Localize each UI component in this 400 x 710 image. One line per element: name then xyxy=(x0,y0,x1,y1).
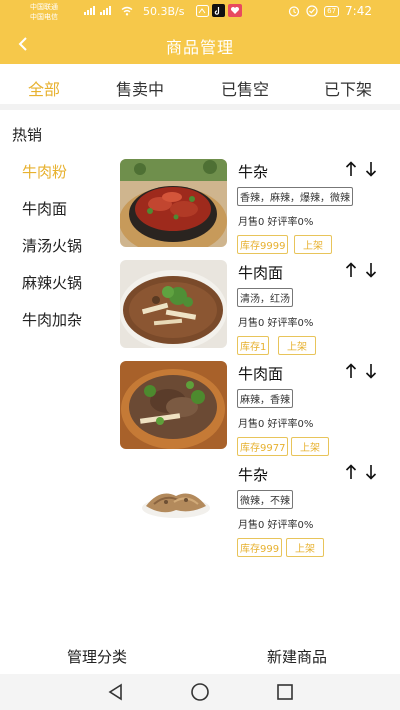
move-up-button[interactable] xyxy=(342,159,360,179)
alarm-icon xyxy=(289,6,300,17)
move-down-button[interactable] xyxy=(362,260,380,280)
new-product-button[interactable]: 新建商品 xyxy=(267,646,327,667)
product-tags: 微辣，不辣 xyxy=(237,490,293,509)
tiktok-icon xyxy=(212,4,225,17)
arrow-down-icon xyxy=(365,263,377,278)
tab-all[interactable]: 全部 xyxy=(28,76,60,100)
stock-badge: 库存9999 xyxy=(237,235,289,254)
tab-sold-out[interactable]: 已售空 xyxy=(221,76,269,100)
arrow-down-icon xyxy=(365,364,377,379)
move-up-button[interactable] xyxy=(342,361,360,381)
carrier-2: 中国电信 xyxy=(30,13,58,21)
product-image xyxy=(120,260,227,348)
triangle-back-icon xyxy=(108,683,122,701)
list-on-shelf-button[interactable]: 上架 xyxy=(291,437,329,456)
category-item-spicy-hotpot[interactable]: 麻辣火锅 xyxy=(22,272,82,293)
category-item-beef-noodle[interactable]: 牛肉面 xyxy=(22,198,67,219)
stock-badge: 库存1 xyxy=(237,336,270,355)
tab-on-sale[interactable]: 售卖中 xyxy=(116,76,164,100)
arrow-up-icon xyxy=(345,464,357,479)
arrow-up-icon xyxy=(345,262,357,277)
heart-app-icon xyxy=(228,4,242,17)
product-item[interactable]: 牛杂 微辣，不辣 月售0 好评率0% 库存999 上架 xyxy=(120,462,388,562)
status-right: 67 7:42 xyxy=(288,4,372,18)
manage-categories-button[interactable]: 管理分类 xyxy=(67,646,127,667)
square-recents-icon xyxy=(277,684,293,700)
nav-recents-button[interactable] xyxy=(274,682,296,702)
product-item[interactable]: 牛杂 香辣，麻辣，爆辣，微辣 月售0 好评率0% 库存9999 上架 xyxy=(120,159,388,259)
product-name: 牛杂 xyxy=(238,163,269,181)
section-title: 热销 xyxy=(12,126,43,144)
battery-icon: 67 xyxy=(324,5,340,17)
signal-icon xyxy=(84,6,95,15)
signal-icon-2 xyxy=(100,6,111,15)
carrier-1: 中国联通 xyxy=(30,3,58,11)
page-title: 商品管理 xyxy=(165,38,234,57)
filter-tabs: 全部 售卖中 已售空 已下架 xyxy=(0,64,400,110)
product-name: 牛肉面 xyxy=(238,264,284,282)
arrow-up-icon xyxy=(345,161,357,176)
product-tags: 清汤，红汤 xyxy=(237,288,293,307)
network-speed: 50.3B/s xyxy=(143,5,185,18)
product-stats: 月售0 好评率0% xyxy=(238,217,314,228)
product-image xyxy=(120,361,227,449)
system-nav-bar xyxy=(0,674,400,710)
move-down-button[interactable] xyxy=(362,361,380,381)
product-image xyxy=(120,159,227,247)
arrow-down-icon xyxy=(365,162,377,177)
product-tags: 麻辣，香辣 xyxy=(237,389,293,408)
category-item-clear-hotpot[interactable]: 清汤火锅 xyxy=(22,235,82,256)
product-stats: 月售0 好评率0% xyxy=(238,419,314,430)
move-up-button[interactable] xyxy=(342,462,360,482)
nav-home-button[interactable] xyxy=(189,682,211,702)
stock-badge: 库存999 xyxy=(237,538,283,557)
category-item-beef-rice-noodle[interactable]: 牛肉粉 xyxy=(22,161,67,182)
clock: 7:42 xyxy=(345,4,372,18)
category-item-beef-offal-extra[interactable]: 牛肉加杂 xyxy=(22,309,82,330)
move-down-button[interactable] xyxy=(362,159,380,179)
notification-icon xyxy=(196,5,209,17)
nav-back-button[interactable] xyxy=(104,682,126,702)
wifi-icon xyxy=(121,6,133,16)
arrow-down-icon xyxy=(365,465,377,480)
list-on-shelf-button[interactable]: 上架 xyxy=(278,336,316,355)
check-circle-icon xyxy=(306,5,318,17)
bottom-action-bar: 管理分类 新建商品 xyxy=(0,638,400,674)
product-stats: 月售0 好评率0% xyxy=(238,318,314,329)
arrow-up-icon xyxy=(345,363,357,378)
product-name: 牛肉面 xyxy=(238,365,284,383)
list-on-shelf-button[interactable]: 上架 xyxy=(286,538,324,557)
carrier-info: 中国联通 中国电信 xyxy=(30,2,58,22)
move-down-button[interactable] xyxy=(362,462,380,482)
product-name: 牛杂 xyxy=(238,466,269,484)
product-item[interactable]: 牛肉面 麻辣，香辣 月售0 好评率0% 库存9977 上架 xyxy=(120,361,388,461)
move-up-button[interactable] xyxy=(342,260,360,280)
app-header: 商品管理 xyxy=(0,24,400,64)
list-on-shelf-button[interactable]: 上架 xyxy=(294,235,332,254)
stock-badge: 库存9977 xyxy=(237,437,289,456)
product-stats: 月售0 好评率0% xyxy=(238,520,314,531)
status-bar: 中国联通 中国电信 50.3B/s 67 7:42 xyxy=(0,0,400,24)
product-image xyxy=(120,462,227,550)
circle-home-icon xyxy=(191,683,209,701)
product-tags: 香辣，麻辣，爆辣，微辣 xyxy=(237,187,353,206)
tab-off-shelf[interactable]: 已下架 xyxy=(324,76,372,100)
product-item[interactable]: 牛肉面 清汤，红汤 月售0 好评率0% 库存1 上架 xyxy=(120,260,388,360)
